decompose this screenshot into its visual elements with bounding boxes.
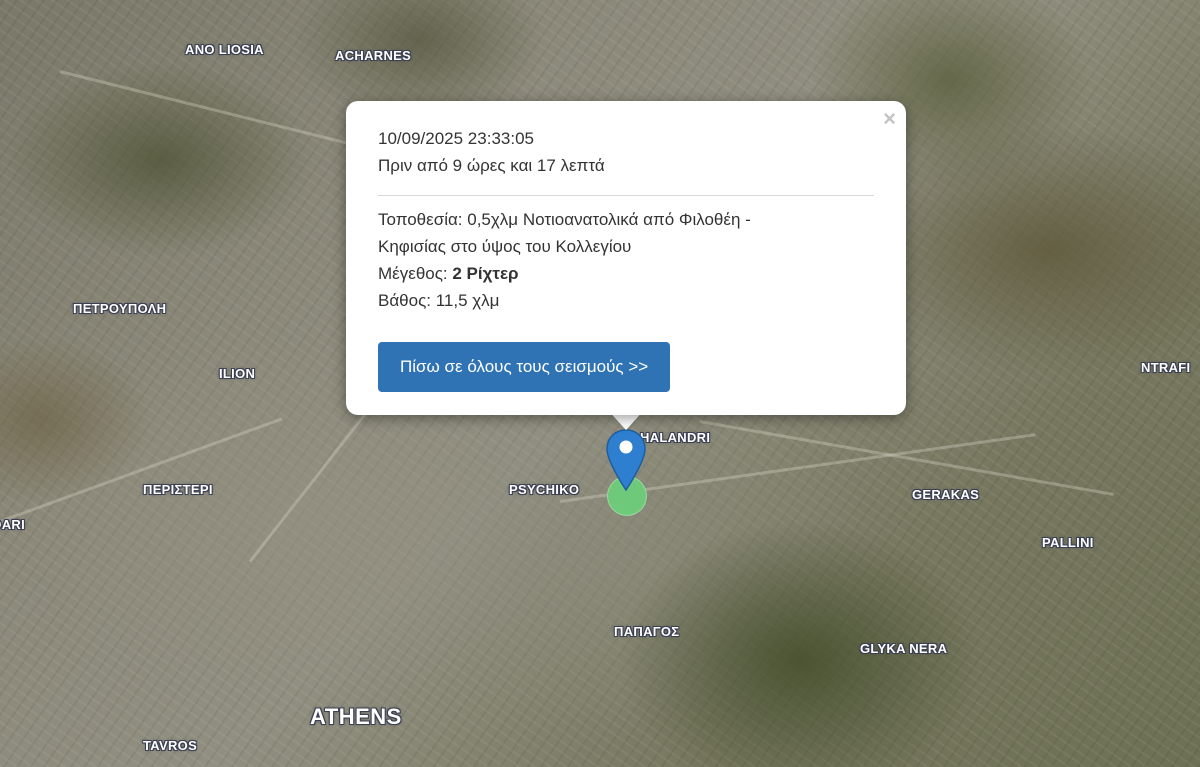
place-label-ano-liosia: ANO LIOSIA [185,42,264,57]
place-label-ilion: ILION [219,366,256,381]
quake-location-line2: Κηφισίας στο ύψος του Κολλεγίου [378,237,632,256]
popup-divider [378,195,874,196]
place-label-papagos: ΠΑΠΑΓΟΣ [614,624,680,639]
back-to-all-quakes-button[interactable]: Πίσω σε όλους τους σεισμούς >> [378,342,671,392]
place-label-peristeri: ΠΕΡΙΣΤΕΡΙ [143,482,213,497]
place-label-tavros: TAVROS [143,738,198,753]
quake-magnitude: Μέγεθος: 2 Ρίχτερ [378,260,874,287]
magnitude-value: 2 Ρίχτερ [452,264,519,283]
close-icon[interactable]: × [883,107,896,131]
quake-datetime: 10/09/2025 23:33:05 [378,129,534,148]
quake-location-line1: Τοποθεσία: 0,5χλμ Νοτιοανατολικά από Φιλ… [378,210,751,229]
earthquake-popup: × 10/09/2025 23:33:05 Πριν από 9 ώρες κα… [346,101,906,415]
place-label-acharnes: ACHARNES [335,48,412,63]
road [699,420,1114,496]
quake-depth: Βάθος: 11,5 χλμ [378,291,500,310]
quake-time-ago: Πριν από 9 ώρες και 17 λεπτά [378,156,605,175]
place-label-halandri: HALANDRI [640,430,711,445]
map-pin-icon[interactable] [605,428,647,492]
place-label-glyka-nera: GLYKA NERA [860,641,948,656]
place-label-athens: ATHENS [310,704,402,729]
place-label-gerakas: GERAKAS [912,487,980,502]
place-label-petroupoli: ΠΕΤΡΟΥΠΟΛΗ [73,301,167,316]
place-label-dari: DARI [0,517,25,532]
road [0,417,283,523]
place-label-pallini: PALLINI [1042,535,1094,550]
magnitude-label: Μέγεθος: [378,264,453,283]
place-label-psychiko: PSYCHIKO [509,482,580,497]
place-label-ntrafi: NTRAFI [1141,360,1191,375]
